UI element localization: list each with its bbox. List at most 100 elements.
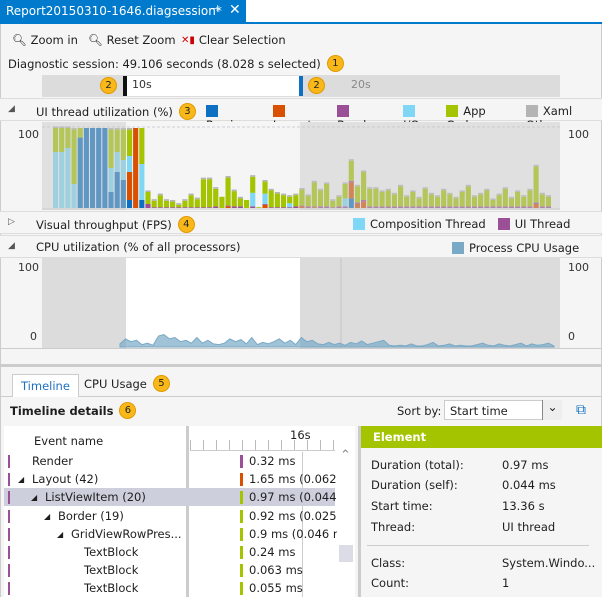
timeline-ruler[interactable]: 10s 20s 2 2	[42, 75, 560, 97]
expand-triangle-icon[interactable]: ◢	[18, 475, 24, 484]
bar-segment-i-o	[139, 164, 145, 200]
expand-triangle-icon[interactable]: ◢	[57, 530, 63, 539]
selection-end-handle[interactable]	[299, 76, 303, 96]
table-row[interactable]: ◢ Border (19) 0.92 ms (0.025	[4, 507, 337, 525]
event-duration: 1.65 ms (0.062	[249, 472, 337, 487]
event-name: ListViewItem (20)	[45, 490, 146, 505]
bar-segment-xaml-oth-	[280, 193, 287, 196]
bar-segment-app-code	[157, 195, 163, 208]
utilization-bar	[145, 190, 151, 208]
bar-segment-app-code	[287, 196, 293, 204]
callout-badge-6: 6	[119, 402, 137, 419]
selection-start-handle[interactable]	[123, 76, 127, 96]
bar-segment-render	[274, 207, 280, 208]
bar-segment-xaml-oth-	[182, 199, 188, 201]
unselected-overlay-left	[42, 122, 126, 210]
bar-segment-xaml-oth-	[293, 193, 299, 196]
clear-selection-button[interactable]: ✕▮ Clear Selection	[181, 31, 286, 49]
category-marker	[8, 491, 10, 505]
legend-label: Composition Thread	[370, 217, 486, 231]
bar-segment-layout	[262, 204, 268, 208]
chevron-down-icon[interactable]: ⌄	[542, 400, 562, 420]
sort-by-value: Start time	[450, 404, 508, 418]
category-marker	[8, 509, 10, 523]
bar-segment-app-code	[139, 128, 145, 164]
close-icon[interactable]: ✕	[229, 2, 241, 18]
bar-segment-render	[163, 207, 170, 208]
y-axis-max-left: 100	[18, 128, 39, 141]
session-summary: Diagnostic session: 49.106 seconds (8.02…	[8, 55, 344, 72]
tab-label: CPU Usage	[84, 376, 147, 391]
bar-segment-app-code	[170, 201, 176, 208]
bar-segment-parsing	[139, 200, 145, 208]
bar-segment-render	[176, 207, 182, 208]
prop-value: 0.97 ms	[502, 458, 549, 472]
tab-label: Timeline	[21, 379, 70, 393]
bar-segment-app-code	[237, 198, 243, 207]
bar-segment-app-code	[200, 179, 207, 208]
event-name: TextBlock	[84, 545, 139, 559]
sort-by-dropdown[interactable]: Start time ⌄	[444, 400, 562, 420]
ui-thread-chart[interactable]	[42, 122, 560, 210]
fit-selection-icon[interactable]: ⧉	[576, 402, 586, 418]
collapse-icon[interactable]: ◢	[8, 241, 15, 251]
bar-segment-i-o	[287, 203, 293, 208]
utilization-bar	[176, 203, 182, 208]
bar-segment-xaml-oth-	[268, 188, 274, 191]
table-row[interactable]: Render 0.32 ms	[4, 452, 335, 470]
table-row[interactable]: TextBlock 0.063 ms	[4, 561, 335, 579]
session-summary-text: Diagnostic session: 49.106 seconds (8.02…	[8, 56, 321, 71]
tab-cpu-usage[interactable]: CPU Usage 5	[76, 374, 178, 397]
bottom-tabs: Timeline CPU Usage 5	[0, 374, 602, 397]
utilization-bar	[182, 199, 188, 208]
splitter[interactable]	[0, 364, 602, 367]
utilization-bar	[194, 197, 200, 208]
bar-segment-render	[237, 206, 243, 208]
table-row[interactable]: ◢ Layout (42) 1.65 ms (0.062	[4, 470, 337, 488]
collapse-icon[interactable]: ◢	[8, 104, 15, 114]
scroll-up-icon[interactable]: ⌃	[340, 448, 351, 463]
bar-segment-render	[293, 206, 299, 208]
table-row[interactable]: TextBlock 0.055 ms	[4, 579, 335, 597]
bar-segment-render	[188, 207, 194, 208]
tab-timeline[interactable]: Timeline	[12, 374, 79, 397]
table-row[interactable]: TextBlock 0.24 ms	[4, 543, 335, 561]
bar-segment-xaml-oth-	[126, 128, 133, 130]
bar-segment-xaml-oth-	[250, 175, 256, 177]
bar-segment-app-code	[243, 200, 250, 208]
legend-ui-thread: UI Thread	[497, 217, 570, 231]
bar-segment-app-code	[126, 129, 133, 156]
ruler-unselected-right	[300, 76, 560, 96]
prop-value: 0.044 ms	[502, 478, 556, 492]
cpu-y-max-right: 100	[568, 261, 589, 274]
expand-icon[interactable]: ▷	[8, 217, 15, 227]
utilization-bar	[268, 188, 274, 208]
event-name: Border (19)	[58, 508, 124, 523]
callout-badge-4: 4	[177, 216, 195, 233]
bar-segment-render	[268, 207, 274, 208]
bar-segment-xaml-oth-	[170, 200, 176, 202]
cpu-chart[interactable]	[42, 258, 560, 348]
pin-icon[interactable]: ⊣	[210, 4, 219, 15]
bar-segment-app-code	[262, 181, 268, 194]
prop-value: 1	[502, 576, 510, 590]
sort-by-label: Sort by:	[397, 404, 442, 418]
reset-zoom-button[interactable]: 🔍︎ Reset Zoom	[88, 31, 176, 49]
utilization-bar	[170, 200, 176, 208]
bar-segment-app-code	[219, 196, 225, 208]
expand-triangle-icon[interactable]: ◢	[44, 512, 50, 521]
document-tab[interactable]: Report20150310-1646.diagsession* ⊣ ✕	[0, 0, 246, 24]
vertical-scrollbar[interactable]: ⌃	[337, 448, 355, 597]
column-header-event-name[interactable]: Event name	[34, 434, 103, 448]
expand-triangle-icon[interactable]: ◢	[31, 493, 37, 502]
callout-badge-2a: 2	[100, 77, 117, 94]
utilization-bar	[274, 192, 280, 208]
zoom-in-button[interactable]: 🔍︎ Zoom in	[12, 31, 78, 49]
duration-bar	[240, 455, 243, 468]
table-row[interactable]: ◢ ListViewItem (20) 0.97 ms (0.044	[4, 488, 337, 507]
scrollbar-thumb[interactable]	[339, 545, 353, 562]
bar-segment-app-code	[151, 200, 157, 208]
event-duration: 0.97 ms (0.044	[249, 490, 337, 505]
table-row[interactable]: ◢ GridViewRowPres... 0.9 ms (0.046 m	[4, 525, 344, 543]
utilization-bar	[231, 189, 237, 208]
